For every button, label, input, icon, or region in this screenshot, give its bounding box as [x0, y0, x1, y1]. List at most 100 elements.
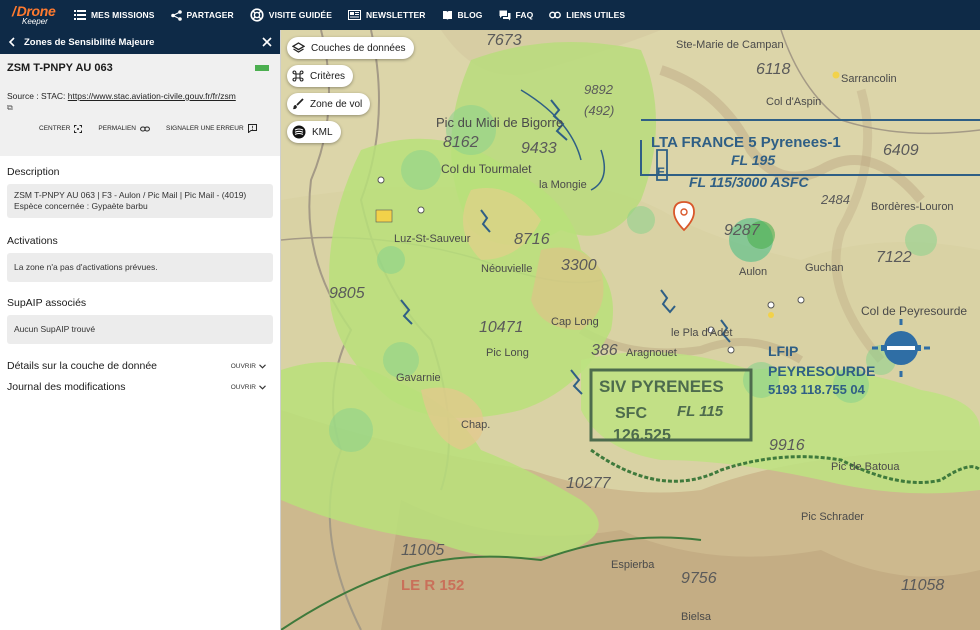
- permalink-label: PERMALIEN: [98, 125, 136, 132]
- nav-label: VISITE GUIDÉE: [268, 10, 332, 20]
- supaip-title: SupAIP associés: [7, 297, 87, 309]
- siv-sfc: SFC: [615, 405, 647, 422]
- description-title: Description: [7, 166, 60, 178]
- place-label: Col de Peyresourde: [861, 304, 967, 318]
- supaip-box: Aucun SupAIP trouvé: [7, 315, 273, 344]
- place-label: Pic Long: [486, 347, 529, 359]
- drone-keeper-logo[interactable]: /Drone Keeper: [0, 0, 66, 30]
- elevation-label: 11005: [401, 542, 444, 559]
- place-label: Bordères-Louron: [871, 201, 954, 213]
- main-nav: MES MISSIONS PARTAGER VISITE GUIDÉE NEWS…: [66, 0, 633, 30]
- logo-slash-icon: /: [12, 3, 16, 19]
- elevation-label: 7122: [876, 249, 912, 266]
- journal-toggle[interactable]: Journal des modifications OUVRIR: [0, 381, 280, 393]
- lifebuoy-icon: [250, 8, 264, 22]
- details-title: Détails sur la couche de donnée: [7, 360, 158, 372]
- faq-icon: [499, 10, 511, 20]
- kml-button[interactable]: KML: [287, 121, 341, 143]
- flight-zone-button[interactable]: Zone de vol: [287, 93, 371, 115]
- link-icon: [549, 11, 562, 19]
- criteria-button[interactable]: Critères: [287, 65, 354, 87]
- elevation-label: 2484: [820, 192, 850, 207]
- elevation-label: 7673: [486, 32, 522, 49]
- center-button[interactable]: CENTRER: [39, 124, 83, 133]
- lta-fl: FL 195: [731, 152, 775, 168]
- newsletter-icon: [347, 10, 361, 20]
- close-icon[interactable]: [262, 37, 272, 47]
- place-label: Aulon: [739, 266, 767, 278]
- activations-box: La zone n'a pas d'activations prévues.: [7, 253, 273, 282]
- elevation-label: 9892: [584, 82, 614, 97]
- report-error-button[interactable]: SIGNALER UNE ERREUR: [166, 124, 257, 133]
- share-icon: [170, 9, 182, 21]
- siv-title: SIV PYRENEES: [599, 377, 724, 396]
- flight-zone-label: Zone de vol: [310, 98, 363, 110]
- place-label: Chap.: [461, 419, 490, 431]
- center-label: CENTRER: [39, 125, 71, 132]
- criteria-label: Critères: [310, 70, 346, 82]
- place-label: Espierba: [611, 559, 655, 571]
- elevation-label: 8716: [514, 231, 550, 248]
- elevation-label: 10277: [566, 475, 612, 492]
- report-error-label: SIGNALER UNE ERREUR: [166, 125, 244, 132]
- elevation-label: 9433: [521, 140, 557, 157]
- layers-label: Couches de données: [311, 42, 406, 54]
- place-label: Ste-Marie de Campan: [676, 39, 784, 51]
- nav-partager[interactable]: PARTAGER: [163, 0, 242, 30]
- command-icon: [292, 70, 304, 82]
- elevation-label: 386: [591, 342, 618, 359]
- place-label: le Pla d'Adet: [671, 327, 732, 339]
- elevation-label: 3300: [561, 257, 597, 274]
- panel-header: Zones de Sensibilité Majeure: [0, 30, 280, 54]
- place-label: Col d'Aspin: [766, 96, 821, 108]
- elevation-label: (492): [584, 103, 614, 118]
- chevron-down-icon: [259, 363, 266, 369]
- crosshair-icon: [74, 124, 83, 133]
- journal-title: Journal des modifications: [7, 381, 126, 393]
- zone-color-swatch: [255, 65, 269, 71]
- nav-label: PARTAGER: [186, 10, 234, 20]
- activations-text: La zone n'a pas d'activations prévues.: [14, 262, 158, 272]
- kml-label: KML: [312, 126, 333, 138]
- logo-sub: Keeper: [22, 17, 48, 26]
- lfip-label: LFIP: [768, 343, 798, 359]
- place-label: Sarrancolin: [841, 73, 897, 85]
- nav-blog[interactable]: BLOG: [434, 0, 491, 30]
- link-icon: [140, 126, 150, 131]
- map-controls: Couches de données Critères Zone de vol …: [287, 37, 414, 143]
- book-icon: [442, 10, 452, 20]
- chevron-left-icon[interactable]: [8, 37, 16, 47]
- open-label: OUVRIR: [230, 383, 256, 391]
- nav-faq[interactable]: FAQ: [491, 0, 542, 30]
- source-link[interactable]: https://www.stac.aviation-civile.gouv.fr…: [68, 91, 236, 101]
- external-link-icon[interactable]: ⧉: [7, 102, 272, 114]
- place-label: Aragnouet: [626, 347, 677, 359]
- peyresourde-freq: 5193 118.755 04: [768, 382, 866, 397]
- zone-details-panel: Zones de Sensibilité Majeure ZSM T-PNPY …: [0, 30, 281, 630]
- elevation-label: 6118: [756, 61, 791, 78]
- lta-title: LTA FRANCE 5 Pyrenees-1: [651, 134, 841, 151]
- peyresourde-label: PEYRESOURDE: [768, 363, 875, 379]
- siv-freq: 126.525: [613, 427, 671, 444]
- permalink-button[interactable]: PERMALIEN: [98, 124, 150, 133]
- elevation-label: 11058: [901, 577, 944, 594]
- nav-liens-utiles[interactable]: LIENS UTILES: [541, 0, 633, 30]
- details-layer-toggle[interactable]: Détails sur la couche de donnée OUVRIR: [0, 360, 280, 372]
- layers-button[interactable]: Couches de données: [287, 37, 414, 59]
- nav-visite-guidee[interactable]: VISITE GUIDÉE: [242, 0, 340, 30]
- elevation-label: 10471: [479, 319, 524, 336]
- nav-label: MES MISSIONS: [91, 10, 155, 20]
- zone-card: ZSM T-PNPY AU 063 Source : STAC: https:/…: [0, 54, 280, 156]
- top-navigation-bar: /Drone Keeper MES MISSIONS PARTAGER VISI…: [0, 0, 980, 30]
- elevation-label: 9916: [769, 437, 805, 454]
- nav-mes-missions[interactable]: MES MISSIONS: [66, 0, 163, 30]
- place-label: Pic du Midi de Bigorre: [436, 115, 563, 130]
- nav-label: FAQ: [515, 10, 534, 20]
- place-label: Col du Tourmalet: [441, 162, 532, 176]
- place-label: Bielsa: [681, 611, 712, 623]
- zone-name: ZSM T-PNPY AU 063: [7, 62, 113, 74]
- nav-newsletter[interactable]: NEWSLETTER: [340, 0, 434, 30]
- zone-actions: CENTRER PERMALIEN SIGNALER UNE ERREUR: [7, 124, 272, 133]
- elevation-label: 9287: [724, 222, 761, 239]
- description-box: ZSM T-PNPY AU 063 | F3 - Aulon / Pic Mai…: [7, 184, 273, 218]
